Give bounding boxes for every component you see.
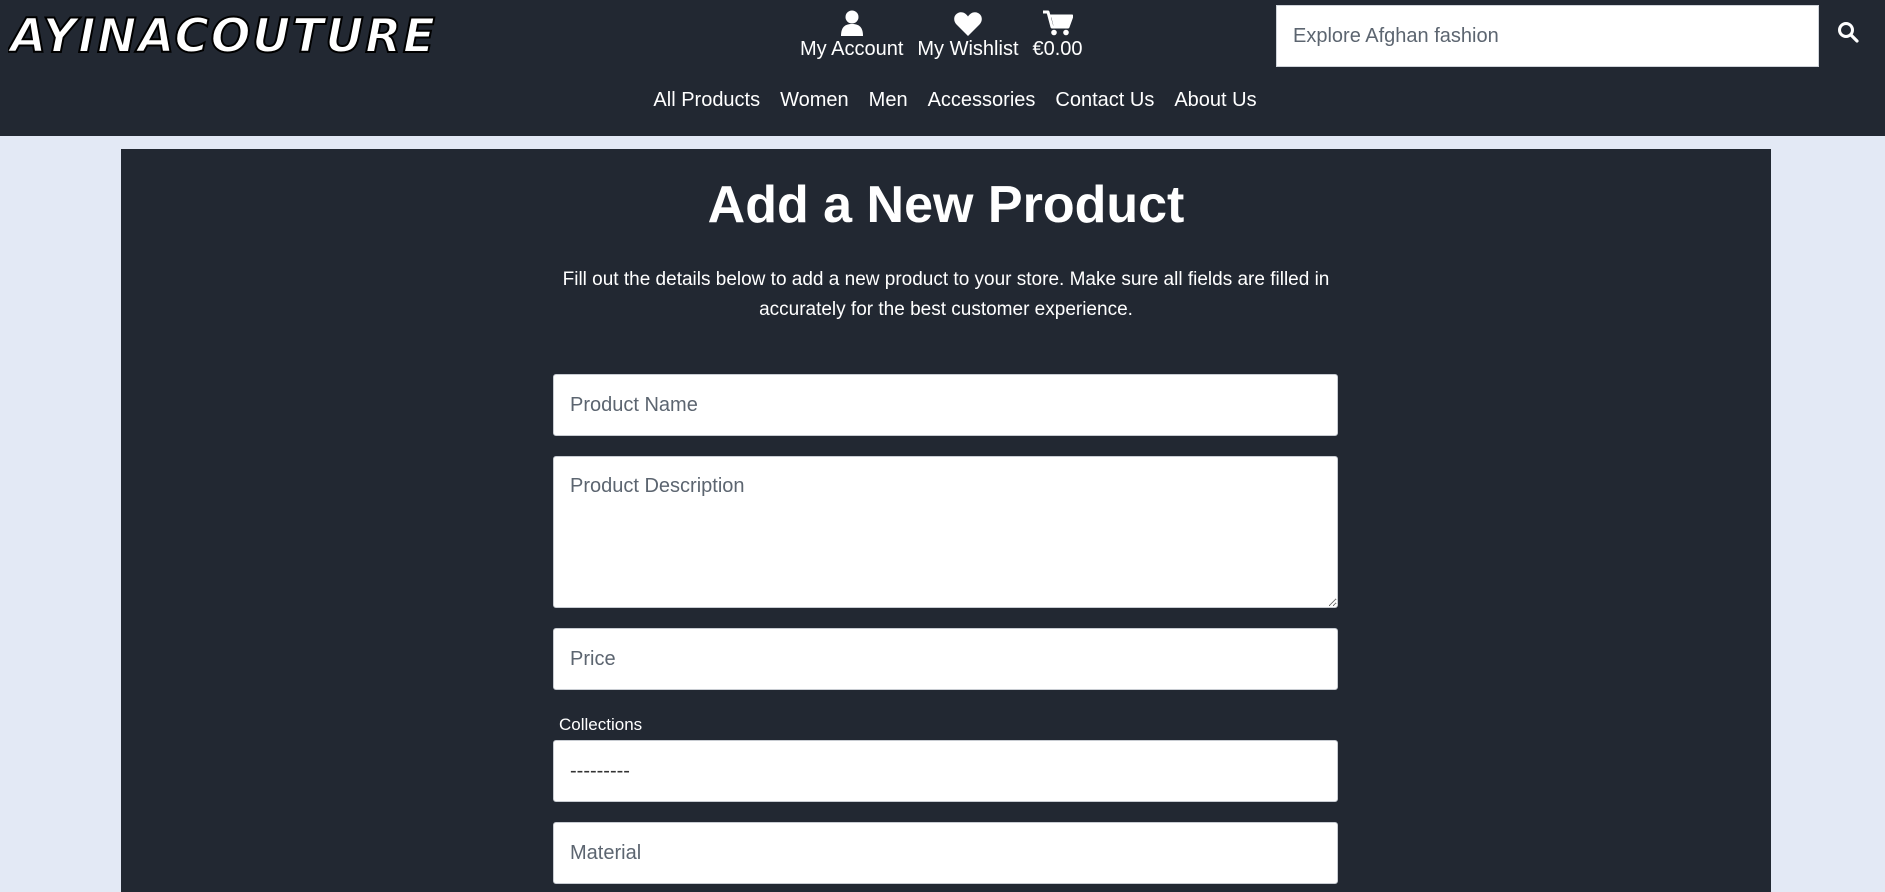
search-input[interactable] [1276, 5, 1819, 67]
price-input[interactable] [553, 628, 1338, 690]
my-account-link[interactable]: My Account [800, 6, 903, 61]
cart-link[interactable]: €0.00 [1033, 6, 1083, 61]
nav-all-products[interactable]: All Products [653, 89, 760, 112]
my-wishlist-label: My Wishlist [917, 38, 1019, 60]
user-icon [840, 6, 863, 36]
nav-contact-us[interactable]: Contact Us [1055, 89, 1154, 112]
page-title: Add a New Product [707, 176, 1185, 234]
nav-accessories[interactable]: Accessories [928, 89, 1036, 112]
page-intro: Fill out the details below to add a new … [562, 269, 1330, 320]
add-product-panel: Add a New Product Fill out the details b… [121, 149, 1771, 892]
logo-wordmark: AYINACOUTURE [8, 8, 437, 60]
my-account-label: My Account [800, 38, 904, 60]
my-wishlist-link[interactable]: My Wishlist [917, 6, 1019, 61]
main-nav: All Products Women Men Accessories Conta… [0, 89, 1885, 112]
nav-about-us[interactable]: About Us [1174, 89, 1256, 112]
cart-icon [1042, 6, 1073, 36]
search-button[interactable] [1830, 16, 1866, 52]
material-input[interactable] [553, 822, 1338, 884]
heart-icon [954, 6, 982, 36]
site-logo[interactable]: AYINACOUTURE [8, 8, 438, 60]
nav-men[interactable]: Men [869, 89, 908, 112]
product-name-input[interactable] [553, 374, 1338, 436]
collections-selected-value: --------- [570, 759, 630, 782]
search-icon [1837, 21, 1859, 48]
product-description-input[interactable] [553, 456, 1338, 608]
logo-text: AYINACOUTURE [8, 9, 435, 60]
collections-label: Collections [559, 715, 643, 734]
site-header: AYINACOUTURE My Account My Wishlist €0.0… [0, 0, 1885, 136]
account-links: My Account My Wishlist €0.00 [800, 6, 1083, 61]
collections-select[interactable]: --------- [553, 740, 1338, 802]
cart-total: €0.00 [1032, 38, 1083, 60]
nav-women[interactable]: Women [780, 89, 849, 112]
